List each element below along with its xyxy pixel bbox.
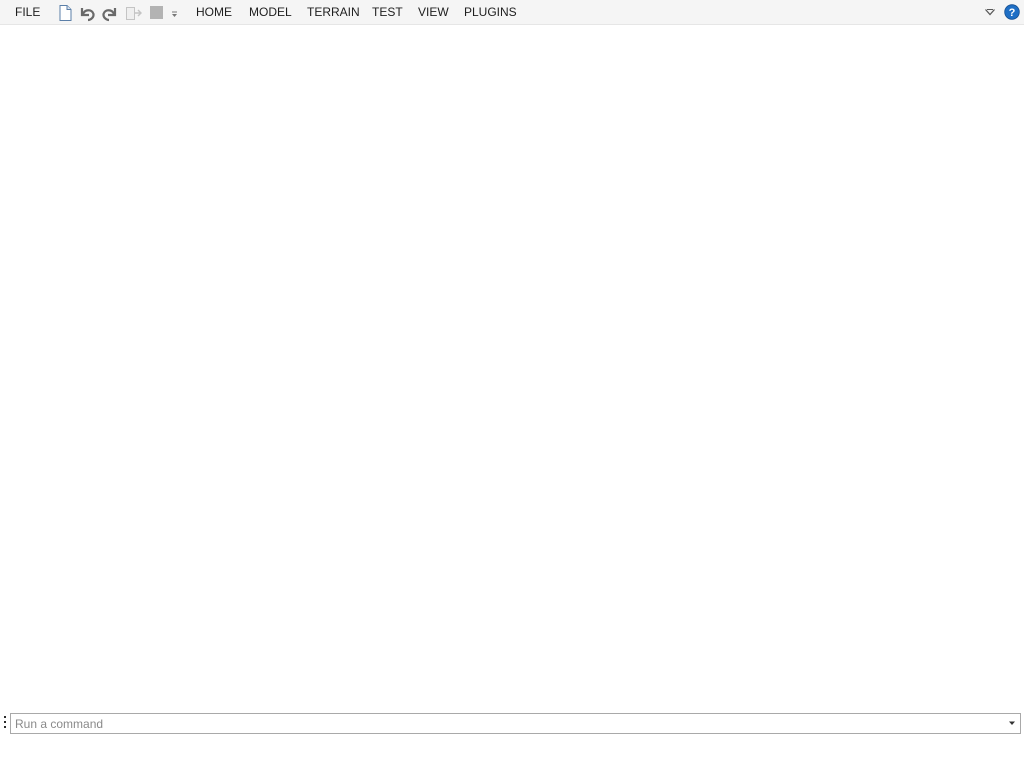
- customize-dropdown-icon[interactable]: [170, 4, 180, 22]
- new-document-icon[interactable]: [56, 4, 74, 22]
- svg-text:?: ?: [1009, 7, 1016, 19]
- ribbon-bar: FILE HOME MODEL TERRAIN TEST VIEW PLUGIN…: [0, 0, 1024, 25]
- tab-view[interactable]: VIEW: [418, 5, 449, 20]
- workspace-viewport[interactable]: [0, 25, 1024, 711]
- tab-home[interactable]: HOME: [196, 5, 232, 20]
- command-bar: [0, 711, 1024, 736]
- command-input[interactable]: [10, 713, 1021, 734]
- command-dropdown-icon[interactable]: [1008, 720, 1016, 726]
- tab-terrain[interactable]: TERRAIN: [307, 5, 360, 20]
- collapse-ribbon-icon[interactable]: [982, 4, 998, 20]
- redo-icon[interactable]: [101, 4, 119, 22]
- undo-icon[interactable]: [78, 4, 96, 22]
- drag-handle[interactable]: [3, 716, 7, 732]
- file-menu[interactable]: FILE: [15, 5, 40, 20]
- tab-test[interactable]: TEST: [372, 5, 403, 20]
- bottom-margin: [0, 736, 1024, 768]
- studio-window: FILE HOME MODEL TERRAIN TEST VIEW PLUGIN…: [0, 0, 1024, 768]
- publish-icon[interactable]: [125, 4, 143, 22]
- stop-icon[interactable]: [148, 4, 166, 22]
- tab-plugins[interactable]: PLUGINS: [464, 5, 517, 20]
- tab-model[interactable]: MODEL: [249, 5, 292, 20]
- help-icon[interactable]: ?: [1004, 4, 1020, 20]
